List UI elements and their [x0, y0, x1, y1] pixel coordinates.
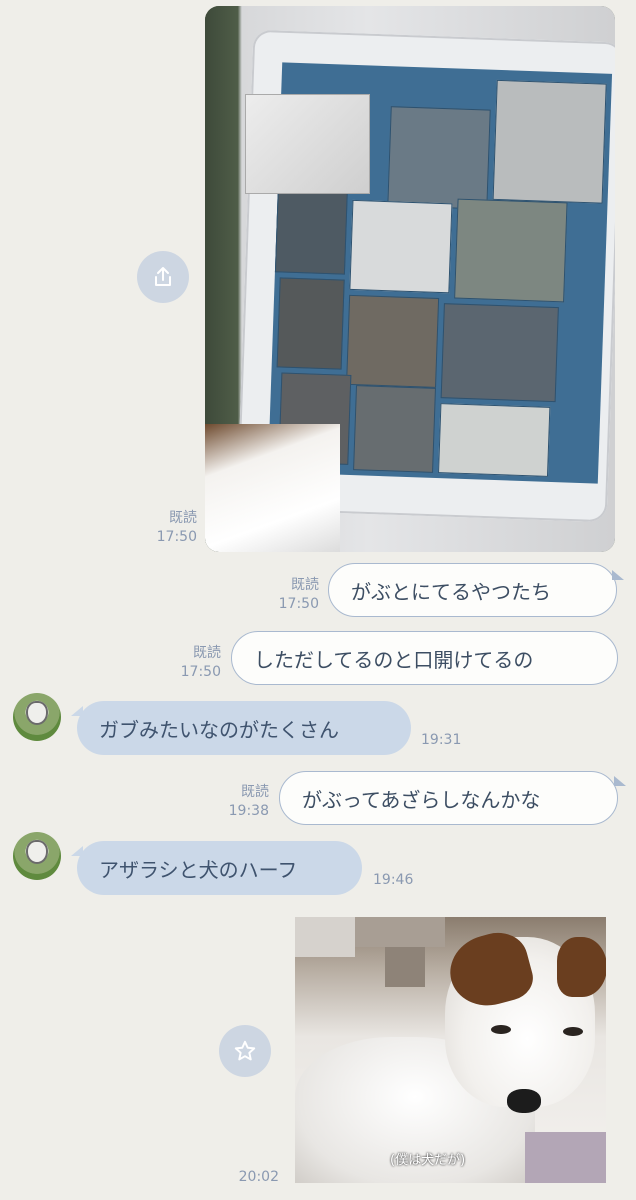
dog-nose	[507, 1089, 541, 1113]
timestamp: 17:50	[156, 529, 197, 545]
timestamp: 19:38	[228, 803, 269, 819]
dog-sticker-inset	[205, 424, 340, 552]
seal-poster-photo[interactable]	[205, 6, 615, 552]
message-meta: 既読 17:50	[164, 644, 221, 682]
read-receipt: 既読	[291, 577, 319, 593]
message-text: がぶとにてるやつたち	[351, 579, 551, 604]
message-text: しただしてるのと口開けてるの	[254, 647, 534, 672]
dog-eye	[491, 1025, 511, 1034]
read-receipt: 既読	[169, 510, 197, 526]
timestamp: 17:50	[180, 664, 221, 680]
incoming-message-bubble[interactable]: ガブみたいなのがたくさん	[77, 701, 411, 755]
favorite-button[interactable]	[219, 1025, 271, 1077]
photo-caption: (僕は犬だが)	[390, 1153, 466, 1168]
message-meta: 既読 19:38	[212, 783, 269, 821]
outgoing-message-bubble[interactable]: がぶってあざらしなんかな	[279, 771, 618, 825]
star-icon	[234, 1040, 256, 1061]
read-receipt: 既読	[193, 645, 221, 661]
outgoing-message-bubble[interactable]: しただしてるのと口開けてるの	[231, 631, 618, 685]
timestamp: 17:50	[278, 596, 319, 612]
message-text: ガブみたいなのがたくさん	[99, 717, 339, 742]
dog-photo[interactable]: (僕は犬だが)	[295, 917, 606, 1183]
message-text: がぶってあざらしなんかな	[302, 787, 541, 812]
avatar[interactable]	[13, 693, 61, 741]
incoming-message-bubble[interactable]: アザラシと犬のハーフ	[77, 841, 362, 895]
cat-avatar-icon	[26, 701, 48, 725]
avatar[interactable]	[13, 832, 61, 880]
bubble-tail	[614, 776, 626, 786]
message-meta: 既読 17:50	[262, 576, 319, 614]
message-text: アザラシと犬のハーフ	[99, 857, 298, 882]
dog-closeup-inset	[245, 94, 370, 194]
message-meta: 既読 17:50	[140, 509, 197, 547]
dog-ear	[557, 937, 606, 997]
outgoing-message-bubble[interactable]: がぶとにてるやつたち	[328, 563, 617, 617]
read-receipt: 既読	[241, 784, 269, 800]
bubble-tail	[612, 570, 624, 580]
cat-avatar-icon	[26, 840, 48, 864]
timestamp: 19:46	[373, 872, 414, 888]
timestamp: 20:02	[238, 1169, 279, 1185]
share-button[interactable]	[137, 251, 189, 303]
timestamp: 19:31	[421, 732, 462, 748]
dog-eye	[563, 1027, 583, 1036]
share-icon	[155, 267, 171, 286]
